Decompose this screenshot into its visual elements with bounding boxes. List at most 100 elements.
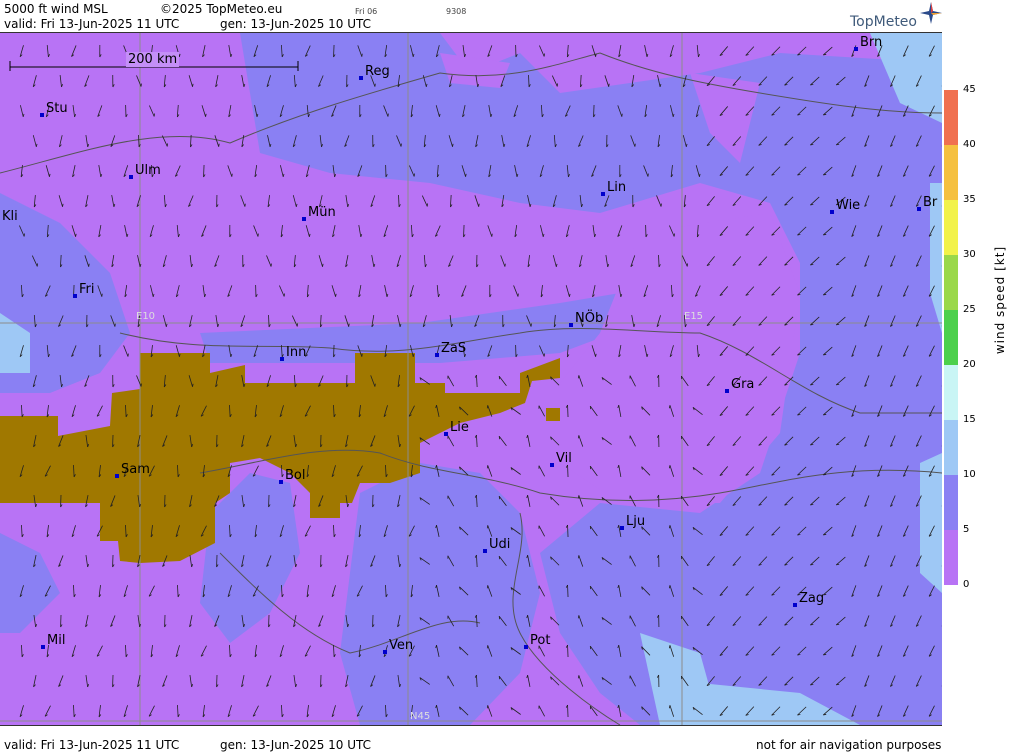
wind-arrow (719, 166, 729, 176)
city-mun[interactable]: Mün (302, 205, 336, 221)
city-sam[interactable]: Sam (115, 462, 150, 478)
wind-arrow-head (526, 614, 529, 619)
city-lin[interactable]: Lin (601, 180, 626, 196)
wind-arrow (835, 496, 846, 506)
wind-arrow-head (399, 683, 402, 688)
city-brn[interactable]: Brn (854, 35, 882, 51)
wind-arrow-head (617, 704, 620, 709)
city-bol[interactable]: Bol (279, 468, 306, 484)
city-kli[interactable]: Kli (2, 209, 18, 224)
wind-arrow (578, 555, 584, 567)
wind-arrow (784, 436, 794, 446)
city-stu[interactable]: Stu (40, 101, 68, 117)
wind-arrow-head (617, 584, 620, 589)
city-udi[interactable]: Udi (483, 537, 510, 553)
city-inn[interactable]: Inn (280, 345, 306, 361)
wind-arrow-head (191, 264, 193, 268)
wind-arrow-head (490, 113, 493, 118)
city-nob[interactable]: NÖb (569, 311, 603, 327)
wind-arrow (436, 645, 440, 657)
city-zag[interactable]: Zag (793, 591, 824, 607)
wind-arrow (810, 556, 820, 566)
wind-arrow (706, 376, 715, 386)
wind-arrow (137, 615, 141, 627)
wind-arrow (85, 555, 89, 567)
wind-arrow (915, 135, 922, 147)
wind-arrow (383, 105, 389, 117)
wind-arrow (305, 225, 310, 237)
city-vil[interactable]: Vil (550, 451, 572, 467)
city-ven[interactable]: Ven (383, 638, 413, 654)
wind-arrow (670, 105, 674, 117)
wind-arrow (498, 675, 507, 687)
city-label: Bol (285, 468, 306, 483)
wind-arrow-head (322, 263, 324, 267)
wind-arrow (447, 675, 455, 687)
city-fri[interactable]: Fri (73, 282, 95, 298)
wind-arrow (797, 346, 807, 356)
city-wie[interactable]: Wie (830, 198, 860, 214)
topmeteo-logo[interactable]: TopMeteo (850, 14, 917, 30)
wind-speed-legend: 45 40 35 30 25 20 15 10 5 0 (944, 84, 1034, 590)
wind-arrow (589, 645, 598, 657)
wind-arrow (601, 617, 612, 625)
wind-arrow (513, 285, 519, 297)
wind-arrow (810, 256, 820, 266)
wind-arrow (539, 45, 545, 57)
wind-arrow-head (438, 294, 440, 298)
wind-arrow-head (412, 353, 415, 357)
wind-arrow (835, 676, 846, 686)
city-zas[interactable]: ZaS (435, 341, 466, 357)
wind-arrow (835, 376, 846, 386)
wind-arrow (706, 496, 715, 506)
wind-arrow (630, 135, 636, 147)
wind-arrow (784, 676, 794, 686)
wind-arrow (706, 676, 715, 686)
city-reg[interactable]: Reg (359, 64, 390, 80)
wind-arrow (758, 256, 768, 266)
city-mil[interactable]: Mil (41, 633, 65, 649)
wind-arrow (835, 556, 846, 566)
city-label: Kli (2, 209, 18, 224)
legend-tick: 45 (963, 84, 976, 95)
wind-arrow (474, 195, 480, 207)
wind-arrow (137, 255, 141, 267)
city-lie[interactable]: Lie (444, 420, 469, 436)
wind-arrow (629, 495, 636, 507)
wind-arrow (696, 344, 699, 358)
wind-arrow-head (192, 383, 194, 387)
city-lju[interactable]: Lju (620, 514, 645, 530)
city-marker (569, 323, 573, 327)
wind-arrow (319, 134, 322, 148)
wind-arrow-head (526, 554, 529, 559)
wind-arrow (644, 345, 648, 357)
wind-arrow (784, 376, 794, 386)
wind-arrow (719, 286, 729, 296)
wind-arrow (333, 44, 335, 58)
wind-arrow-head (282, 173, 285, 177)
wind-arrow (137, 495, 141, 507)
wind-arrow (203, 164, 205, 178)
wind-arrow (810, 616, 820, 626)
city-ulm[interactable]: Ulm (129, 163, 161, 179)
wind-arrow (706, 76, 715, 86)
wind-arrow (784, 496, 794, 506)
wind-arrow (58, 195, 63, 207)
scale-bar-label: 200 km (126, 52, 180, 67)
city-pot[interactable]: Pot (524, 633, 550, 649)
wind-arrow (538, 465, 545, 477)
wind-arrow-head (668, 465, 671, 469)
city-gra[interactable]: Gra (725, 377, 754, 393)
wind-arrow (784, 136, 794, 146)
wind-arrow (550, 376, 560, 386)
wind-arrow-head (61, 84, 63, 88)
wind-arrow (436, 465, 440, 477)
wind-map[interactable]: 200 km E10 E15 N45 Stu Ulm Kli Fri Reg M… (0, 32, 942, 726)
city-br[interactable]: Br (917, 195, 937, 211)
wind-arrow (810, 136, 820, 146)
wind-arrow (419, 617, 430, 625)
city-label: Fri (79, 282, 95, 297)
wind-arrow (241, 375, 245, 387)
wind-arrow-head (100, 173, 103, 178)
wind-arrow (487, 465, 493, 477)
